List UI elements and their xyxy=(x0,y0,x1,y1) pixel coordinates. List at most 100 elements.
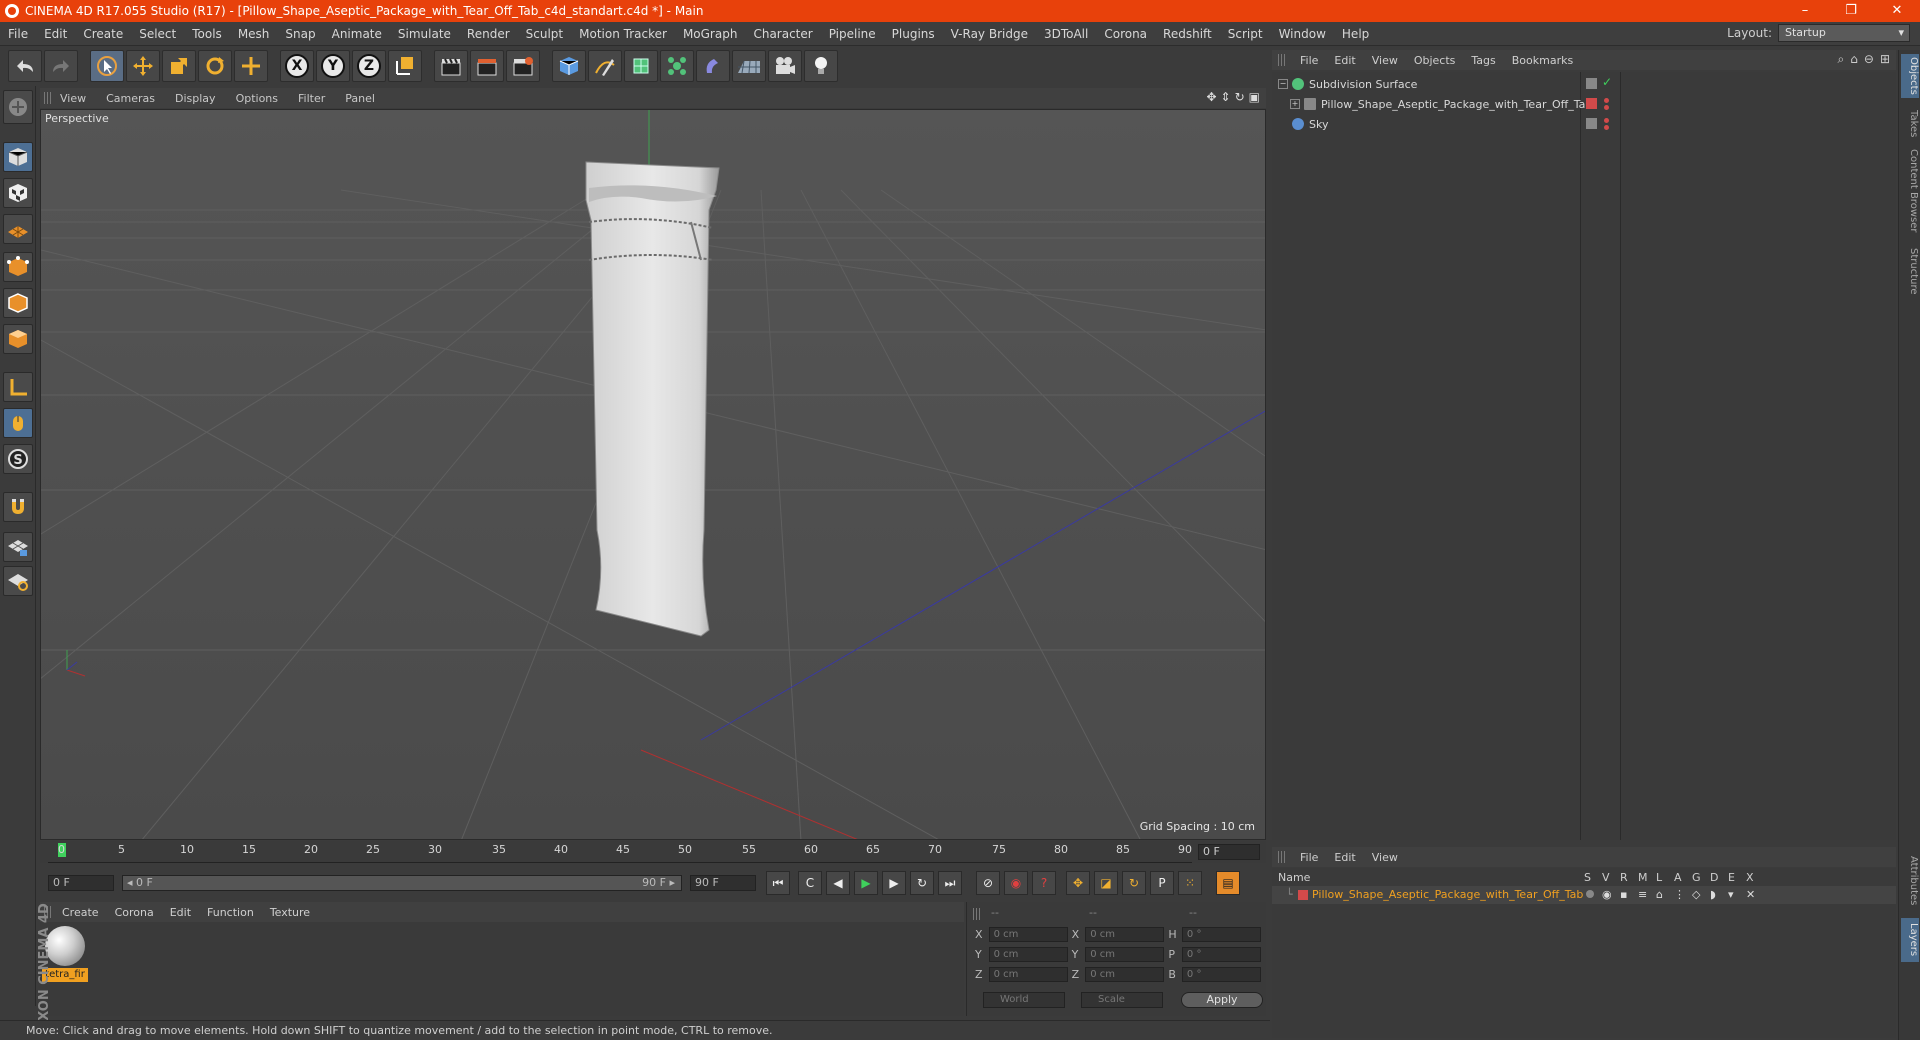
expressions-toggle-icon[interactable]: ▾ xyxy=(1728,888,1734,901)
menu-tools[interactable]: Tools xyxy=(184,27,230,41)
layers-menu-edit[interactable]: Edit xyxy=(1326,851,1363,864)
go-to-end-button[interactable]: ⏭ xyxy=(938,871,962,895)
menu-script[interactable]: Script xyxy=(1220,27,1271,41)
pan-view-icon[interactable]: ✥ xyxy=(1206,90,1216,104)
coordinate-system-button[interactable] xyxy=(388,50,422,82)
viewport-menu-panel[interactable]: Panel xyxy=(335,92,385,105)
viewport-menu-filter[interactable]: Filter xyxy=(288,92,335,105)
lock-workplane-button[interactable] xyxy=(3,532,33,562)
render-view-button[interactable] xyxy=(434,50,468,82)
viewport-menu-display[interactable]: Display xyxy=(165,92,226,105)
enabled-check-icon[interactable]: ✓ xyxy=(1602,75,1612,89)
objects-menu-tags[interactable]: Tags xyxy=(1463,54,1503,67)
object-row-subdivision-surface[interactable]: − Subdivision Surface xyxy=(1272,74,1896,94)
menu-corona[interactable]: Corona xyxy=(1096,27,1155,41)
workplane-mode-button[interactable] xyxy=(3,214,33,244)
menu-motion-tracker[interactable]: Motion Tracker xyxy=(571,27,675,41)
layer-name[interactable]: Pillow_Shape_Aseptic_Package_with_Tear_O… xyxy=(1312,888,1583,901)
previous-frame-button[interactable]: ◀ xyxy=(826,871,850,895)
x-axis-lock-button[interactable]: X xyxy=(280,50,314,82)
add-cube-button[interactable] xyxy=(552,50,586,82)
record-parameter-button[interactable]: P xyxy=(1150,871,1174,895)
snapping-button[interactable] xyxy=(3,492,33,522)
size-mode-dropdown[interactable]: Scale xyxy=(1081,992,1163,1008)
link-icon[interactable]: ⊖ xyxy=(1864,52,1874,67)
max-time-field[interactable]: 90 F xyxy=(690,875,756,891)
add-light-button[interactable] xyxy=(804,50,838,82)
panel-gripper[interactable] xyxy=(1278,54,1286,66)
menu-mograph[interactable]: MoGraph xyxy=(675,27,746,41)
menu-character[interactable]: Character xyxy=(745,27,820,41)
frame-ruler[interactable]: 0 5 10 15 20 25 30 35 40 45 50 55 60 65 … xyxy=(48,841,1192,863)
material-menu-function[interactable]: Function xyxy=(199,906,262,919)
y-axis-lock-button[interactable]: Y xyxy=(316,50,350,82)
menu-select[interactable]: Select xyxy=(131,27,184,41)
tab-attributes[interactable]: Attributes xyxy=(1901,850,1919,912)
tab-content-browser[interactable]: Content Browser xyxy=(1901,146,1919,236)
redo-button[interactable] xyxy=(44,50,78,82)
add-deformer-button[interactable] xyxy=(696,50,730,82)
menu-snap[interactable]: Snap xyxy=(277,27,323,41)
restore-button[interactable]: ❐ xyxy=(1828,0,1874,22)
render-toggle-icon[interactable]: ▪ xyxy=(1620,888,1627,901)
model-mode-button[interactable] xyxy=(3,142,33,172)
deformers-toggle-icon[interactable]: ◗ xyxy=(1710,888,1716,901)
add-panel-icon[interactable]: ⊞ xyxy=(1880,52,1890,67)
edges-mode-button[interactable] xyxy=(3,288,33,318)
menu-create[interactable]: Create xyxy=(75,27,131,41)
autokeying-button[interactable]: ◉ xyxy=(1004,871,1028,895)
tab-structure[interactable]: Structure xyxy=(1901,244,1919,298)
polygons-mode-button[interactable] xyxy=(3,324,33,354)
record-position-button[interactable]: ✥ xyxy=(1066,871,1090,895)
home-icon[interactable]: ⌂ xyxy=(1850,52,1858,67)
menu-plugins[interactable]: Plugins xyxy=(884,27,943,41)
play-button[interactable]: ▶ xyxy=(854,871,878,895)
menu-sculpt[interactable]: Sculpt xyxy=(518,27,571,41)
object-name[interactable]: Sky xyxy=(1309,118,1328,131)
menu-help[interactable]: Help xyxy=(1334,27,1377,41)
layer-tag-icon[interactable] xyxy=(1586,78,1597,89)
solo-toggle-icon[interactable] xyxy=(1586,890,1594,898)
rot-h-field[interactable]: 0 ° xyxy=(1181,926,1261,942)
next-key-button[interactable]: ↻ xyxy=(910,871,934,895)
search-icon[interactable]: ⌕ xyxy=(1838,52,1845,67)
pos-y-field[interactable]: 0 cm xyxy=(988,946,1068,962)
current-frame-field[interactable]: 0 F xyxy=(1198,844,1260,860)
manager-toggle-icon[interactable]: ≡ xyxy=(1638,888,1647,901)
editor-visibility-dot[interactable] xyxy=(1604,98,1609,103)
menu-3dtoall[interactable]: 3DToAll xyxy=(1036,27,1096,41)
generators-toggle-icon[interactable]: ◇ xyxy=(1692,888,1700,901)
object-row-pillow-package[interactable]: + Pillow_Shape_Aseptic_Package_with_Tear… xyxy=(1272,94,1896,114)
record-rotation-button[interactable]: ↻ xyxy=(1122,871,1146,895)
rot-p-field[interactable]: 0 ° xyxy=(1181,946,1261,962)
tab-layers[interactable]: Layers xyxy=(1901,918,1919,962)
size-y-field[interactable]: 0 cm xyxy=(1085,946,1165,962)
viewport-menu-cameras[interactable]: Cameras xyxy=(96,92,165,105)
axis-mode-button[interactable] xyxy=(3,372,33,402)
live-selection-button[interactable] xyxy=(90,50,124,82)
object-name[interactable]: Pillow_Shape_Aseptic_Package_with_Tear_O… xyxy=(1321,98,1592,111)
menu-animate[interactable]: Animate xyxy=(324,27,390,41)
menu-pipeline[interactable]: Pipeline xyxy=(821,27,884,41)
min-time-field[interactable]: 0 F xyxy=(48,875,114,891)
menu-window[interactable]: Window xyxy=(1271,27,1334,41)
maximize-view-icon[interactable]: ▣ xyxy=(1249,90,1260,104)
objects-menu-view[interactable]: View xyxy=(1364,54,1406,67)
material-menu-texture[interactable]: Texture xyxy=(262,906,318,919)
layer-color-icon[interactable] xyxy=(1586,98,1597,109)
coordinate-mode-dropdown[interactable]: World xyxy=(983,992,1065,1008)
timeline-ruler[interactable]: 0 5 10 15 20 25 30 35 40 45 50 55 60 65 … xyxy=(40,841,1266,863)
menu-vray-bridge[interactable]: V-Ray Bridge xyxy=(943,27,1036,41)
pos-z-field[interactable]: 0 cm xyxy=(988,966,1068,982)
range-slider[interactable]: ◂ 0 F 90 F ▸ xyxy=(122,875,682,891)
layout-select[interactable]: Startup xyxy=(1778,24,1910,42)
material-menu-create[interactable]: Create xyxy=(54,906,107,919)
menu-edit[interactable]: Edit xyxy=(36,27,75,41)
add-spline-button[interactable] xyxy=(588,50,622,82)
solo-mode-button[interactable]: S xyxy=(3,444,33,474)
add-mograph-button[interactable] xyxy=(660,50,694,82)
timeline-window-button[interactable]: ▤ xyxy=(1216,871,1240,895)
perspective-viewport[interactable]: Perspective Grid Spacing : 10 cm xyxy=(40,109,1266,840)
zoom-view-icon[interactable]: ⇕ xyxy=(1221,90,1231,104)
panel-gripper[interactable] xyxy=(44,92,52,104)
